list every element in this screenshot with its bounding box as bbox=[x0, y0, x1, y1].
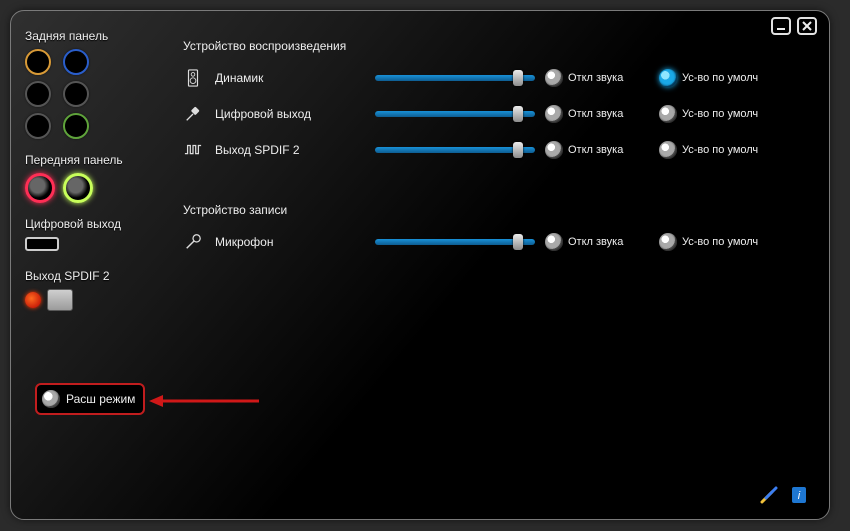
jack-black1[interactable] bbox=[25, 81, 51, 107]
playback-default-1[interactable]: Ус-во по умолч bbox=[659, 105, 763, 123]
playback-mute-1[interactable]: Откл звука bbox=[545, 105, 649, 123]
front-panel-label: Передняя панель bbox=[25, 153, 173, 167]
playback-name-2: Выход SPDIF 2 bbox=[215, 143, 365, 157]
spdif-port-icon[interactable] bbox=[47, 289, 73, 311]
spdif2-label: Выход SPDIF 2 bbox=[25, 269, 173, 283]
playback-row-spdif: Выход SPDIF 2 Откл звука Ус-во по умолч bbox=[181, 135, 813, 165]
jack-orange[interactable] bbox=[25, 49, 51, 75]
playback-mute-2[interactable]: Откл звука bbox=[545, 141, 649, 159]
spdif-optical-icon[interactable] bbox=[25, 292, 41, 308]
front-jack-pink[interactable] bbox=[25, 173, 55, 203]
speaker-icon bbox=[181, 69, 205, 87]
minimize-button[interactable] bbox=[771, 17, 791, 35]
playback-slider-1[interactable] bbox=[375, 111, 535, 117]
jack-blue[interactable] bbox=[63, 49, 89, 75]
mic-icon bbox=[181, 233, 205, 251]
advanced-mode-radio-icon bbox=[42, 390, 60, 408]
record-section-title: Устройство записи bbox=[183, 203, 813, 217]
playback-name-0: Динамик bbox=[215, 71, 365, 85]
digital-out-label: Цифровой выход bbox=[25, 217, 173, 231]
back-panel-label: Задняя панель bbox=[25, 29, 173, 43]
digital-out-icon[interactable] bbox=[25, 237, 59, 251]
close-button[interactable] bbox=[797, 17, 817, 35]
record-default-0[interactable]: Ус-во по умолч bbox=[659, 233, 763, 251]
front-jack-green[interactable] bbox=[63, 173, 93, 203]
playback-section-title: Устройство воспроизведения bbox=[183, 39, 813, 53]
playback-row-digital: Цифровой выход Откл звука Ус-во по умолч bbox=[181, 99, 813, 129]
record-mute-0[interactable]: Откл звука bbox=[545, 233, 649, 251]
playback-slider-2[interactable] bbox=[375, 147, 535, 153]
record-row-mic: Микрофон Откл звука Ус-во по умолч bbox=[181, 227, 813, 257]
settings-icon[interactable] bbox=[759, 485, 779, 505]
advanced-mode-button[interactable]: Расш режим bbox=[35, 383, 145, 415]
playback-row-speaker: Динамик Откл звука Ус-во по умолч bbox=[181, 63, 813, 93]
record-name-0: Микрофон bbox=[215, 235, 365, 249]
jack-green[interactable] bbox=[63, 113, 89, 139]
wave-icon bbox=[181, 141, 205, 159]
back-panel-jacks bbox=[25, 49, 173, 139]
callout-arrow bbox=[149, 391, 259, 414]
advanced-mode-label: Расш режим bbox=[66, 392, 135, 406]
info-icon[interactable]: i bbox=[789, 485, 809, 505]
jack-black2[interactable] bbox=[63, 81, 89, 107]
jack-black3[interactable] bbox=[25, 113, 51, 139]
playback-name-1: Цифровой выход bbox=[215, 107, 365, 121]
playback-mute-0[interactable]: Откл звука bbox=[545, 69, 649, 87]
record-slider-0[interactable] bbox=[375, 239, 535, 245]
plug-icon bbox=[181, 105, 205, 123]
playback-slider-0[interactable] bbox=[375, 75, 535, 81]
playback-default-2[interactable]: Ус-во по умолч bbox=[659, 141, 763, 159]
playback-default-0[interactable]: Ус-во по умолч bbox=[659, 69, 763, 87]
